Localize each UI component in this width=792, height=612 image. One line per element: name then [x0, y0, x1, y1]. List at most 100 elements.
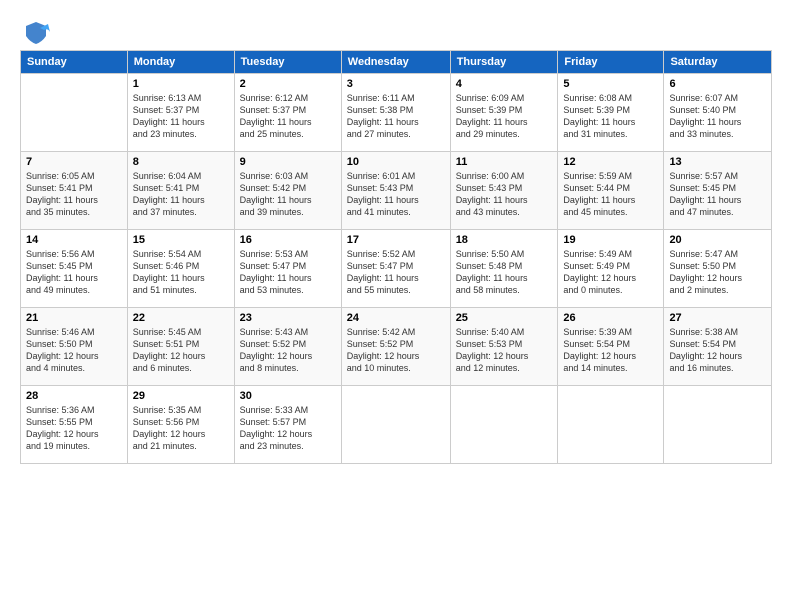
day-number: 9	[240, 156, 336, 168]
day-number: 25	[456, 312, 553, 324]
week-row-2: 7Sunrise: 6:05 AMSunset: 5:41 PMDaylight…	[21, 152, 772, 230]
cell-content: Sunrise: 6:00 AMSunset: 5:43 PMDaylight:…	[456, 170, 553, 219]
week-row-3: 14Sunrise: 5:56 AMSunset: 5:45 PMDayligh…	[21, 230, 772, 308]
cell-line: Sunset: 5:54 PM	[563, 339, 630, 349]
cell-line: Sunset: 5:41 PM	[133, 183, 200, 193]
cell-line: Daylight: 11 hours	[456, 273, 528, 283]
calendar-cell: 18Sunrise: 5:50 AMSunset: 5:48 PMDayligh…	[450, 230, 558, 308]
cell-line: and 21 minutes.	[133, 441, 197, 451]
cell-content: Sunrise: 5:36 AMSunset: 5:55 PMDaylight:…	[26, 404, 122, 453]
calendar-cell: 5Sunrise: 6:08 AMSunset: 5:39 PMDaylight…	[558, 74, 664, 152]
cell-line: Daylight: 11 hours	[133, 117, 205, 127]
cell-line: Sunset: 5:39 PM	[563, 105, 630, 115]
cell-line: Daylight: 12 hours	[240, 429, 313, 439]
cell-line: Daylight: 12 hours	[133, 429, 206, 439]
cell-line: Daylight: 11 hours	[133, 195, 205, 205]
cell-line: Sunset: 5:38 PM	[347, 105, 414, 115]
cell-line: Sunset: 5:47 PM	[347, 261, 414, 271]
col-header-monday: Monday	[127, 51, 234, 74]
day-number: 12	[563, 156, 658, 168]
cell-line: Sunrise: 6:07 AM	[669, 93, 738, 103]
cell-line: and 33 minutes.	[669, 129, 733, 139]
cell-content: Sunrise: 5:47 AMSunset: 5:50 PMDaylight:…	[669, 248, 766, 297]
calendar-cell	[341, 386, 450, 464]
cell-line: and 58 minutes.	[456, 285, 520, 295]
calendar-cell: 13Sunrise: 5:57 AMSunset: 5:45 PMDayligh…	[664, 152, 772, 230]
cell-line: Daylight: 12 hours	[26, 429, 99, 439]
cell-line: Sunset: 5:52 PM	[347, 339, 414, 349]
cell-content: Sunrise: 5:53 AMSunset: 5:47 PMDaylight:…	[240, 248, 336, 297]
cell-line: Sunset: 5:44 PM	[563, 183, 630, 193]
cell-line: Sunrise: 5:50 AM	[456, 249, 525, 259]
calendar-cell	[664, 386, 772, 464]
cell-line: Daylight: 12 hours	[563, 351, 636, 361]
calendar-cell: 24Sunrise: 5:42 AMSunset: 5:52 PMDayligh…	[341, 308, 450, 386]
day-number: 27	[669, 312, 766, 324]
cell-line: Sunrise: 5:38 AM	[669, 327, 738, 337]
cell-line: and 49 minutes.	[26, 285, 90, 295]
cell-line: Sunrise: 5:53 AM	[240, 249, 309, 259]
cell-content: Sunrise: 6:03 AMSunset: 5:42 PMDaylight:…	[240, 170, 336, 219]
cell-line: Sunset: 5:50 PM	[26, 339, 93, 349]
calendar-cell: 23Sunrise: 5:43 AMSunset: 5:52 PMDayligh…	[234, 308, 341, 386]
cell-line: Sunrise: 5:49 AM	[563, 249, 632, 259]
cell-line: Sunset: 5:51 PM	[133, 339, 200, 349]
cell-line: Sunset: 5:57 PM	[240, 417, 307, 427]
day-number: 21	[26, 312, 122, 324]
cell-line: and 43 minutes.	[456, 207, 520, 217]
col-header-tuesday: Tuesday	[234, 51, 341, 74]
cell-line: Sunrise: 5:54 AM	[133, 249, 202, 259]
cell-line: and 47 minutes.	[669, 207, 733, 217]
cell-line: and 41 minutes.	[347, 207, 411, 217]
col-header-friday: Friday	[558, 51, 664, 74]
header-row: SundayMondayTuesdayWednesdayThursdayFrid…	[21, 51, 772, 74]
logo	[20, 18, 50, 42]
cell-line: Sunset: 5:37 PM	[133, 105, 200, 115]
day-number: 5	[563, 78, 658, 90]
day-number: 3	[347, 78, 445, 90]
calendar-cell: 22Sunrise: 5:45 AMSunset: 5:51 PMDayligh…	[127, 308, 234, 386]
cell-line: and 8 minutes.	[240, 363, 299, 373]
calendar-cell: 28Sunrise: 5:36 AMSunset: 5:55 PMDayligh…	[21, 386, 128, 464]
day-number: 6	[669, 78, 766, 90]
cell-content: Sunrise: 5:35 AMSunset: 5:56 PMDaylight:…	[133, 404, 229, 453]
cell-content: Sunrise: 6:04 AMSunset: 5:41 PMDaylight:…	[133, 170, 229, 219]
cell-content: Sunrise: 6:07 AMSunset: 5:40 PMDaylight:…	[669, 92, 766, 141]
cell-line: and 29 minutes.	[456, 129, 520, 139]
calendar-cell	[21, 74, 128, 152]
cell-line: and 4 minutes.	[26, 363, 85, 373]
cell-line: and 6 minutes.	[133, 363, 192, 373]
day-number: 13	[669, 156, 766, 168]
cell-line: Daylight: 12 hours	[669, 351, 742, 361]
cell-content: Sunrise: 5:40 AMSunset: 5:53 PMDaylight:…	[456, 326, 553, 375]
cell-line: Sunset: 5:42 PM	[240, 183, 307, 193]
cell-line: Daylight: 11 hours	[563, 195, 635, 205]
cell-line: Daylight: 11 hours	[563, 117, 635, 127]
cell-line: Sunset: 5:54 PM	[669, 339, 736, 349]
calendar-cell	[450, 386, 558, 464]
cell-line: Sunrise: 6:12 AM	[240, 93, 309, 103]
calendar-cell: 29Sunrise: 5:35 AMSunset: 5:56 PMDayligh…	[127, 386, 234, 464]
cell-content: Sunrise: 5:45 AMSunset: 5:51 PMDaylight:…	[133, 326, 229, 375]
cell-line: Sunrise: 6:00 AM	[456, 171, 525, 181]
col-header-wednesday: Wednesday	[341, 51, 450, 74]
calendar-cell: 9Sunrise: 6:03 AMSunset: 5:42 PMDaylight…	[234, 152, 341, 230]
cell-line: and 51 minutes.	[133, 285, 197, 295]
cell-line: and 2 minutes.	[669, 285, 728, 295]
cell-line: Sunset: 5:53 PM	[456, 339, 523, 349]
cell-line: Sunrise: 5:56 AM	[26, 249, 95, 259]
cell-line: Sunrise: 5:46 AM	[26, 327, 95, 337]
day-number: 26	[563, 312, 658, 324]
calendar-cell: 20Sunrise: 5:47 AMSunset: 5:50 PMDayligh…	[664, 230, 772, 308]
cell-line: Daylight: 12 hours	[563, 273, 636, 283]
cell-line: Sunrise: 5:52 AM	[347, 249, 416, 259]
day-number: 15	[133, 234, 229, 246]
cell-line: Sunset: 5:41 PM	[26, 183, 93, 193]
cell-line: and 10 minutes.	[347, 363, 411, 373]
week-row-1: 1Sunrise: 6:13 AMSunset: 5:37 PMDaylight…	[21, 74, 772, 152]
cell-line: Sunrise: 6:05 AM	[26, 171, 95, 181]
cell-line: Sunrise: 6:03 AM	[240, 171, 309, 181]
day-number: 17	[347, 234, 445, 246]
calendar-cell: 8Sunrise: 6:04 AMSunset: 5:41 PMDaylight…	[127, 152, 234, 230]
cell-line: and 19 minutes.	[26, 441, 90, 451]
